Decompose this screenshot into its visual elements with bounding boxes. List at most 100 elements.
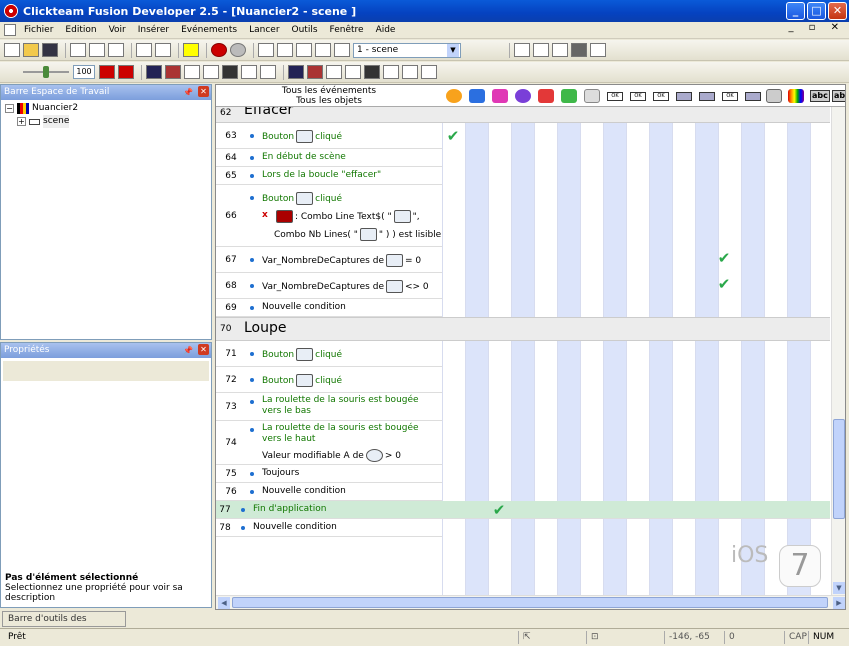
grid-column[interactable] — [603, 107, 626, 595]
library-toolbar-tab[interactable]: Barre d'outils des librairies — [2, 611, 126, 638]
frame-editor-icon[interactable] — [277, 43, 293, 57]
close-button[interactable]: ✕ — [828, 2, 847, 20]
search-next-icon[interactable] — [421, 65, 437, 79]
menu-outils[interactable]: Outils — [286, 25, 324, 35]
storyboard-icon[interactable] — [258, 43, 274, 57]
vertical-scroll-thumb[interactable] — [833, 419, 845, 519]
tree-node-app[interactable]: − Nuancier2 — [5, 102, 207, 115]
filter-all-icon[interactable] — [260, 65, 276, 79]
search-condition-icon[interactable] — [345, 65, 361, 79]
button-ok-icon[interactable]: OK — [630, 92, 646, 101]
grid-column[interactable] — [649, 107, 672, 595]
checkmark-icon[interactable]: ✔ — [716, 277, 732, 292]
button-image-icon[interactable] — [676, 92, 692, 101]
scroll-right-icon[interactable]: ▶ — [833, 597, 845, 609]
event-editor-icon[interactable] — [296, 43, 312, 57]
run-app-icon[interactable] — [514, 43, 530, 57]
collapse-icon[interactable]: − — [5, 104, 14, 113]
search-off-icon[interactable] — [307, 65, 323, 79]
grid-column[interactable] — [534, 107, 557, 595]
new-condition-text[interactable]: Nouvelle condition — [262, 486, 346, 497]
filter-checker-icon[interactable] — [222, 65, 238, 79]
event-row-69[interactable]: 69 Nouvelle condition — [216, 299, 442, 317]
event-row-67[interactable]: 67 Var_NombreDeCaptures de = 0 — [216, 247, 442, 273]
filter-condition-icon[interactable] — [203, 65, 219, 79]
menu-evenements[interactable]: Evénements — [175, 25, 243, 35]
save-icon[interactable] — [42, 43, 58, 57]
event-row-71[interactable]: 71 Bouton cliqué — [216, 341, 442, 367]
checkmark-icon[interactable]: ✔ — [445, 129, 461, 144]
zoom-slider[interactable] — [23, 65, 69, 79]
horizontal-scrollbar[interactable]: ◀ ▶ — [216, 595, 845, 609]
event-row-73[interactable]: 73 La roulette de la souris est bougée v… — [216, 393, 442, 421]
grid-column[interactable] — [557, 107, 580, 595]
build-icon[interactable] — [590, 43, 606, 57]
grid-column[interactable] — [810, 107, 833, 595]
event-row-76[interactable]: 76 Nouvelle condition — [216, 483, 442, 501]
grid-column[interactable] — [580, 107, 603, 595]
zoom-icon[interactable] — [4, 65, 20, 79]
close-icon[interactable]: ✕ — [198, 344, 209, 355]
checkmark-icon[interactable]: ✔ — [491, 503, 507, 518]
grid-column[interactable] — [511, 107, 534, 595]
timer-object-icon[interactable] — [515, 89, 531, 103]
minimize-button[interactable]: _ — [786, 2, 805, 20]
search-checker-icon[interactable] — [364, 65, 380, 79]
paste-icon[interactable] — [108, 43, 124, 57]
event-row-64[interactable]: 64 En début de scène — [216, 149, 442, 167]
sound-object-icon[interactable] — [469, 89, 485, 103]
scroll-left-icon[interactable]: ◀ — [218, 597, 230, 609]
event-row-75[interactable]: 75 Toujours — [216, 465, 442, 483]
menu-edition[interactable]: Edition — [59, 25, 102, 35]
new-condition-text[interactable]: Nouvelle condition — [262, 302, 346, 313]
group-loupe[interactable]: 70 Loupe — [216, 317, 830, 341]
button-image-icon[interactable] — [745, 92, 761, 101]
menu-fenetre[interactable]: Fenêtre — [324, 25, 370, 35]
stop-icon[interactable] — [571, 43, 587, 57]
copy-icon[interactable] — [89, 43, 105, 57]
button-ok-icon[interactable]: OK — [653, 92, 669, 101]
open-icon[interactable] — [23, 43, 39, 57]
close-icon[interactable]: ✕ — [198, 86, 209, 97]
tree-node-frame[interactable]: + scene — [5, 115, 207, 128]
grid-column[interactable] — [741, 107, 764, 595]
search-all-icon[interactable] — [402, 65, 418, 79]
event-row-66[interactable]: 66 Bouton cliqué x : Combo Line Text$( " "… — [216, 185, 442, 247]
maximize-button[interactable]: □ — [807, 2, 826, 20]
vertical-scrollbar[interactable]: ▼ — [831, 107, 845, 595]
event-list-icon[interactable] — [315, 43, 331, 57]
scroll-down-icon[interactable]: ▼ — [833, 582, 845, 594]
filter-action-icon[interactable] — [241, 65, 257, 79]
menu-lancer[interactable]: Lancer — [243, 25, 285, 35]
new-condition-text[interactable]: Nouvelle condition — [253, 522, 337, 533]
string-object-icon[interactable]: abc — [832, 90, 845, 102]
grid-column[interactable] — [718, 107, 741, 595]
search-action-icon[interactable] — [383, 65, 399, 79]
keyboard-object-icon[interactable] — [561, 89, 577, 103]
event-row-63[interactable]: 63 Bouton cliqué — [216, 123, 442, 149]
scene-select[interactable]: 1 - scene — [353, 42, 461, 58]
redo-icon[interactable] — [155, 43, 171, 57]
all-objects-label[interactable]: Tous les objets — [216, 96, 442, 106]
storyboard-object-icon[interactable] — [492, 89, 508, 103]
all-events-label[interactable]: Tous les événements — [216, 86, 442, 96]
string-object-icon[interactable]: abc — [810, 90, 830, 102]
event-row-74[interactable]: 74 La roulette de la souris est bougée v… — [216, 421, 442, 465]
palette-object-icon[interactable] — [788, 89, 804, 103]
event-row-72[interactable]: 72 Bouton cliqué — [216, 367, 442, 393]
button-ok-icon[interactable]: OK — [722, 92, 738, 101]
checkmark-icon[interactable]: ✔ — [716, 251, 732, 266]
system-object-icon[interactable] — [446, 89, 462, 103]
pin-icon[interactable]: 📌 — [183, 344, 193, 358]
grid-column[interactable] — [442, 107, 465, 595]
grid-column[interactable] — [764, 107, 787, 595]
mdi-controls[interactable]: _ ▫ ✕ — [788, 22, 845, 33]
grid-column[interactable] — [787, 107, 810, 595]
forward-icon[interactable] — [230, 43, 246, 57]
run-browser-icon[interactable] — [552, 43, 568, 57]
document-icon[interactable] — [4, 24, 16, 36]
pin-icon[interactable]: 📌 — [183, 86, 193, 100]
button-image-icon[interactable] — [699, 92, 715, 101]
prev-scene-icon[interactable] — [467, 43, 483, 57]
grid-column[interactable] — [465, 107, 488, 595]
